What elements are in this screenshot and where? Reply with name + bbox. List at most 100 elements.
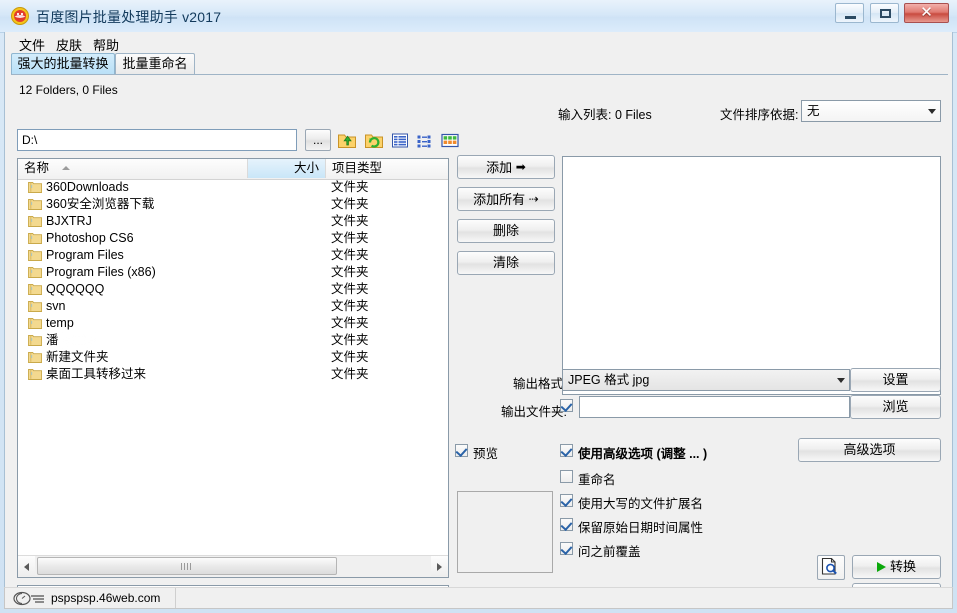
advanced-options-button[interactable]: 高级选项 bbox=[798, 438, 941, 462]
preview-checkbox[interactable] bbox=[455, 444, 468, 457]
client-area: 文件 皮肤 帮助 强大的批量转换 批量重命名 12 Folders, 0 Fil… bbox=[4, 32, 953, 609]
file-row-name-text: Photoshop CS6 bbox=[46, 231, 134, 245]
file-row-name: Program Files bbox=[28, 247, 124, 264]
menu-bar: 文件 皮肤 帮助 bbox=[5, 32, 952, 54]
folder-icon bbox=[28, 300, 43, 312]
file-row-type: 文件夹 bbox=[331, 282, 369, 296]
hscroll-thumb[interactable] bbox=[37, 557, 337, 575]
output-folder-checkbox[interactable] bbox=[560, 399, 573, 412]
tab-batch-rename[interactable]: 批量重命名 bbox=[115, 53, 195, 74]
file-row-name: Program Files (x86) bbox=[28, 264, 156, 281]
clear-button[interactable]: 清除 bbox=[457, 251, 555, 275]
tab-strip: 强大的批量转换 批量重命名 bbox=[11, 53, 948, 75]
table-row[interactable]: Photoshop CS6 文件夹 bbox=[18, 230, 448, 247]
preview-magnifier-icon bbox=[821, 557, 837, 575]
folder-refresh-icon[interactable] bbox=[364, 131, 384, 150]
file-row-name-text: 360Downloads bbox=[46, 180, 129, 194]
keep-timestamp-checkbox[interactable] bbox=[560, 518, 573, 531]
sort-ascending-icon bbox=[62, 166, 70, 170]
table-row[interactable]: temp 文件夹 bbox=[18, 315, 448, 332]
add-all-button-label: 添加所有 bbox=[473, 192, 526, 207]
table-row[interactable]: 360安全浏览器下载 文件夹 bbox=[18, 196, 448, 213]
file-row-name: 360安全浏览器下载 bbox=[28, 196, 154, 213]
table-row[interactable]: 桌面工具转移过来 文件夹 bbox=[18, 366, 448, 383]
advanced-options-checkbox[interactable] bbox=[560, 444, 573, 457]
table-row[interactable]: 360Downloads 文件夹 bbox=[18, 179, 448, 196]
menu-item-file[interactable]: 文件 bbox=[15, 35, 49, 53]
convert-button[interactable]: 转换 bbox=[852, 555, 941, 579]
uppercase-extension-checkbox[interactable] bbox=[560, 494, 573, 507]
table-row[interactable]: Program Files (x86) 文件夹 bbox=[18, 264, 448, 281]
folder-file-list[interactable]: 名称 大小 项目类型 360Downloads 文件夹 360安全浏览器下载 文件夹 B… bbox=[17, 158, 449, 578]
ask-before-overwrite-checkbox[interactable] bbox=[560, 542, 573, 555]
menu-item-help[interactable]: 帮助 bbox=[89, 35, 123, 53]
file-row-name: 潘 bbox=[28, 332, 100, 349]
arrow-double-right-icon: ⇢ bbox=[528, 192, 539, 206]
table-row[interactable]: Program Files 文件夹 bbox=[18, 247, 448, 264]
scroll-left-icon[interactable] bbox=[18, 556, 35, 576]
add-all-button[interactable]: 添加所有 ⇢ bbox=[457, 187, 555, 211]
tab-underline bbox=[11, 74, 948, 75]
folder-icon bbox=[28, 283, 43, 295]
tab-batch-convert[interactable]: 强大的批量转换 bbox=[11, 53, 115, 74]
folder-icon bbox=[28, 249, 43, 261]
window-title: 百度图片批量处理助手 v2017 bbox=[36, 9, 222, 25]
folders-count-label: 12 Folders, 0 Files bbox=[19, 83, 118, 97]
file-row-name-text: svn bbox=[46, 299, 66, 313]
file-list-hscrollbar[interactable] bbox=[18, 555, 448, 577]
rename-label: 重命名 bbox=[578, 473, 616, 487]
output-folder-input[interactable] bbox=[579, 396, 850, 418]
output-format-label: 输出格式: bbox=[513, 377, 567, 391]
column-header-name-label: 名称 bbox=[24, 161, 50, 175]
path-input[interactable] bbox=[17, 129, 297, 151]
sort-by-value: 无 bbox=[807, 104, 820, 118]
file-row-name: 新建文件夹 bbox=[28, 349, 109, 366]
column-header-name[interactable]: 名称 bbox=[18, 159, 248, 178]
preview-checkbox-label: 预览 bbox=[473, 447, 499, 461]
menu-item-skin[interactable]: 皮肤 bbox=[52, 35, 86, 53]
chevron-down-icon bbox=[837, 378, 845, 383]
table-row[interactable]: svn 文件夹 bbox=[18, 298, 448, 315]
sort-by-combo[interactable]: 无 bbox=[801, 100, 941, 122]
maximize-icon bbox=[879, 9, 891, 18]
output-format-combo[interactable]: JPEG 格式 jpg bbox=[562, 369, 850, 391]
file-row-type: 文件夹 bbox=[331, 367, 369, 381]
column-header-type[interactable]: 项目类型 bbox=[326, 159, 448, 178]
chevron-down-icon bbox=[928, 109, 936, 114]
application-window: 百度图片批量处理助手 v2017 ✕ 文件 皮肤 帮助 强大的批量转换 批量重命… bbox=[0, 0, 957, 613]
scroll-grip-icon bbox=[181, 563, 193, 570]
folder-up-icon[interactable] bbox=[337, 131, 357, 150]
delete-button[interactable]: 删除 bbox=[457, 219, 555, 243]
window-controls: ✕ bbox=[833, 3, 949, 25]
minimize-button[interactable] bbox=[835, 3, 865, 23]
convert-button-label: 转换 bbox=[889, 559, 916, 574]
table-row[interactable]: QQQQQQ 文件夹 bbox=[18, 281, 448, 298]
preview-magnifier-button[interactable] bbox=[817, 555, 845, 580]
scroll-right-icon[interactable] bbox=[431, 556, 448, 576]
close-button[interactable]: ✕ bbox=[904, 3, 949, 23]
thumbnail-view-icon[interactable] bbox=[440, 131, 460, 150]
maximize-button[interactable] bbox=[869, 3, 899, 23]
browse-output-button[interactable]: 浏览 bbox=[850, 395, 941, 419]
table-row[interactable]: BJXTRJ 文件夹 bbox=[18, 213, 448, 230]
file-list-body[interactable]: 360Downloads 文件夹 360安全浏览器下载 文件夹 BJXTRJ 文件夹 Pho… bbox=[18, 179, 448, 555]
details-view-icon[interactable] bbox=[390, 131, 410, 150]
file-row-type: 文件夹 bbox=[331, 299, 369, 313]
table-row[interactable]: 新建文件夹 文件夹 bbox=[18, 349, 448, 366]
column-header-size[interactable]: 大小 bbox=[248, 159, 326, 178]
rename-checkbox[interactable] bbox=[560, 470, 573, 483]
file-row-type: 文件夹 bbox=[331, 197, 369, 211]
table-row[interactable]: 潘 文件夹 bbox=[18, 332, 448, 349]
sort-by-label: 文件排序依据: bbox=[720, 108, 799, 122]
redacted-overlay bbox=[58, 334, 100, 347]
input-file-list[interactable] bbox=[562, 156, 941, 395]
add-button[interactable]: 添加 ➡ bbox=[457, 155, 555, 179]
list-view-icon[interactable] bbox=[415, 131, 435, 150]
folder-icon bbox=[28, 351, 43, 363]
settings-button[interactable]: 设置 bbox=[850, 368, 941, 392]
browse-path-button[interactable]: ... bbox=[305, 129, 331, 151]
title-bar[interactable]: 百度图片批量处理助手 v2017 ✕ bbox=[0, 0, 957, 33]
file-row-name-text: BJXTRJ bbox=[46, 214, 92, 228]
file-row-name-text: 桌面工具转移过来 bbox=[46, 367, 147, 381]
folder-icon bbox=[28, 266, 43, 278]
